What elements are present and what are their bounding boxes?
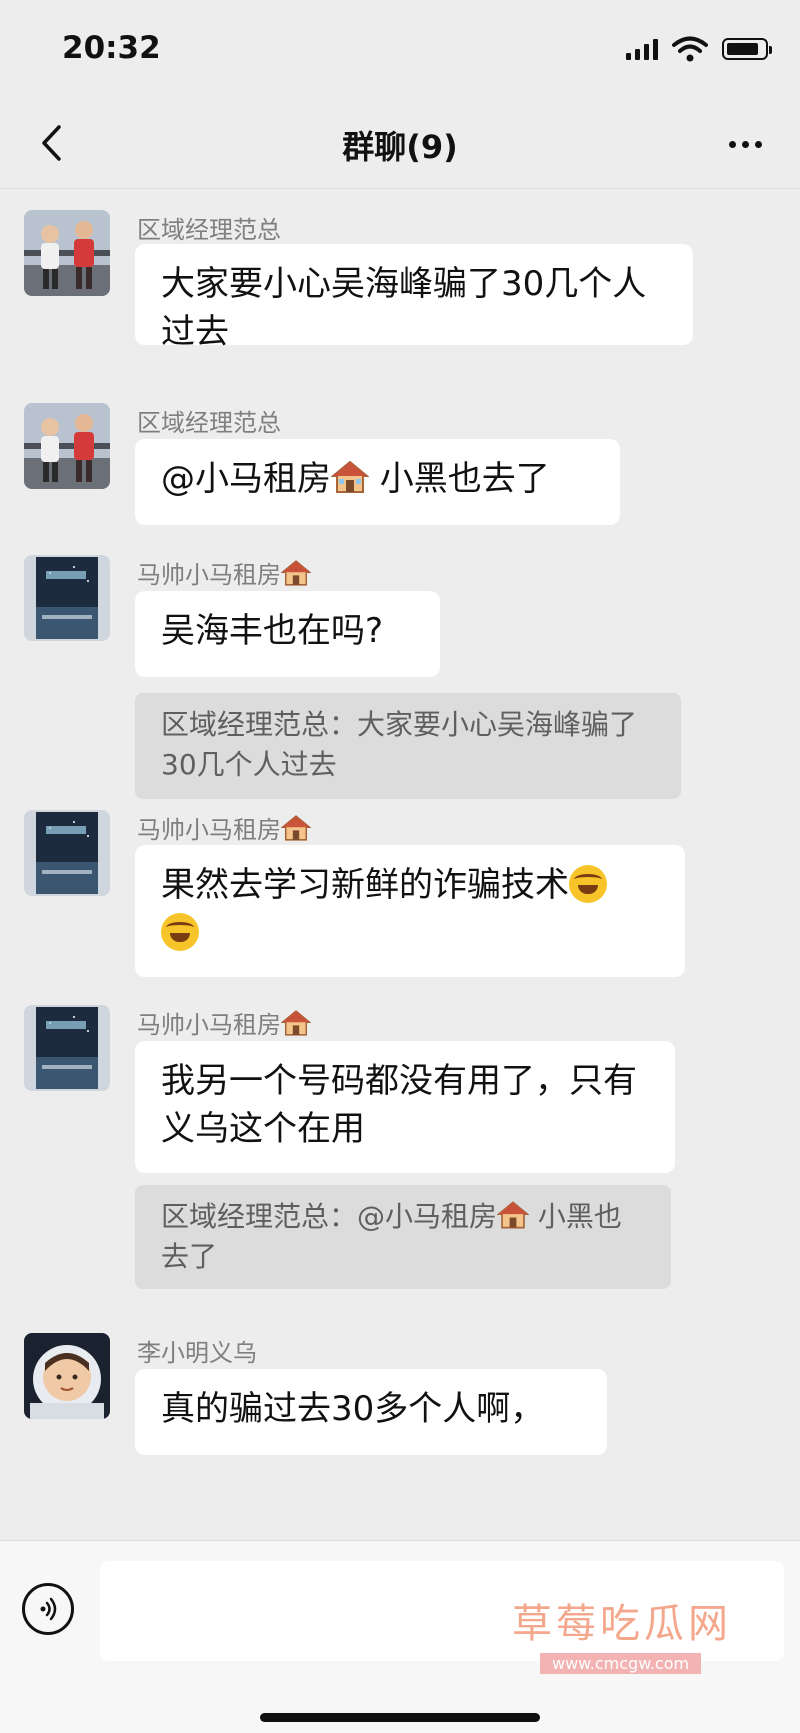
chat-header: 群聊(9) <box>0 100 800 189</box>
laugh-cry-emoji <box>569 865 607 903</box>
voice-button[interactable] <box>22 1583 74 1635</box>
sender-name: 区域经理范总 <box>137 216 281 244</box>
message-text-mention: @小马租房 <box>161 459 331 499</box>
avatar[interactable] <box>24 555 110 641</box>
message-bubble[interactable]: 吴海丰也在吗? <box>135 591 440 677</box>
status-time: 20:32 <box>62 30 161 66</box>
battery-icon <box>722 38 772 60</box>
message-text: 吴海丰也在吗? <box>161 611 384 651</box>
message-bubble[interactable]: 大家要小心吴海峰骗了30几个人过去 <box>135 244 693 352</box>
more-dots-icon <box>728 140 736 148</box>
avatar-kids-image <box>24 210 110 296</box>
message-text: 真的骗过去30多个人啊， <box>161 1389 545 1429</box>
avatar[interactable] <box>24 1005 110 1091</box>
house-emoji <box>331 460 369 493</box>
quoted-text: 区域经理范总：大家要小心吴海峰骗了30几个人过去 <box>161 708 638 781</box>
avatar-book-cover-image <box>24 1005 110 1091</box>
wifi-icon <box>672 36 708 62</box>
quoted-message[interactable]: 区域经理范总：@小马租房 小黑也去了 <box>135 1185 671 1289</box>
sender-name: 马帅小马租房 <box>137 1005 311 1040</box>
avatar-astronaut-image <box>24 1333 110 1419</box>
message-text: 小黑也去了 <box>369 459 550 499</box>
input-bar: 草莓吃瓜网 www.cmcgw.com <box>0 1540 800 1733</box>
message-text: 大家要小心吴海峰骗了30几个人过去 <box>161 264 647 352</box>
quoted-text: 区域经理范总：@小马租房 <box>161 1200 498 1233</box>
watermark-text: 草莓吃瓜网 <box>512 1601 732 1647</box>
avatar[interactable] <box>24 810 110 896</box>
sender-name: 马帅小马租房 <box>137 555 311 590</box>
message-bubble[interactable]: 我另一个号码都没有用了，只有义乌这个在用 <box>135 1041 675 1173</box>
home-indicator[interactable] <box>260 1713 540 1722</box>
avatar[interactable] <box>24 210 110 296</box>
message-bubble[interactable]: 真的骗过去30多个人啊， <box>135 1369 607 1455</box>
message-bubble[interactable]: @小马租房 小黑也去了 <box>135 439 620 525</box>
voice-icon <box>40 1597 57 1621</box>
status-bar: 20:32 <box>0 0 800 100</box>
house-emoji <box>281 1010 311 1036</box>
avatar[interactable] <box>24 1333 110 1419</box>
avatar-book-cover-image <box>24 555 110 641</box>
watermark-url: www.cmcgw.com <box>540 1653 702 1674</box>
status-icons <box>626 36 772 62</box>
avatar-book-cover-image <box>24 810 110 896</box>
sender-name: 马帅小马租房 <box>137 810 311 845</box>
avatar-kids-image <box>24 403 110 489</box>
chat-title: 群聊(9) <box>342 128 458 166</box>
sender-name: 区域经理范总 <box>137 409 281 437</box>
avatar[interactable] <box>24 403 110 489</box>
house-emoji <box>281 815 311 841</box>
house-emoji <box>497 1201 530 1229</box>
house-emoji <box>281 560 311 586</box>
sender-name: 李小明义乌 <box>137 1339 257 1367</box>
message-text: 果然去学习新鲜的诈骗技术 <box>161 865 569 905</box>
laugh-cry-emoji <box>161 913 199 951</box>
more-button[interactable] <box>720 124 770 164</box>
message-bubble[interactable]: 果然去学习新鲜的诈骗技术 <box>135 845 685 977</box>
quoted-message[interactable]: 区域经理范总：大家要小心吴海峰骗了30几个人过去 <box>135 693 681 799</box>
signal-icon <box>626 38 658 60</box>
message-text: 我另一个号码都没有用了，只有义乌这个在用 <box>161 1061 637 1149</box>
